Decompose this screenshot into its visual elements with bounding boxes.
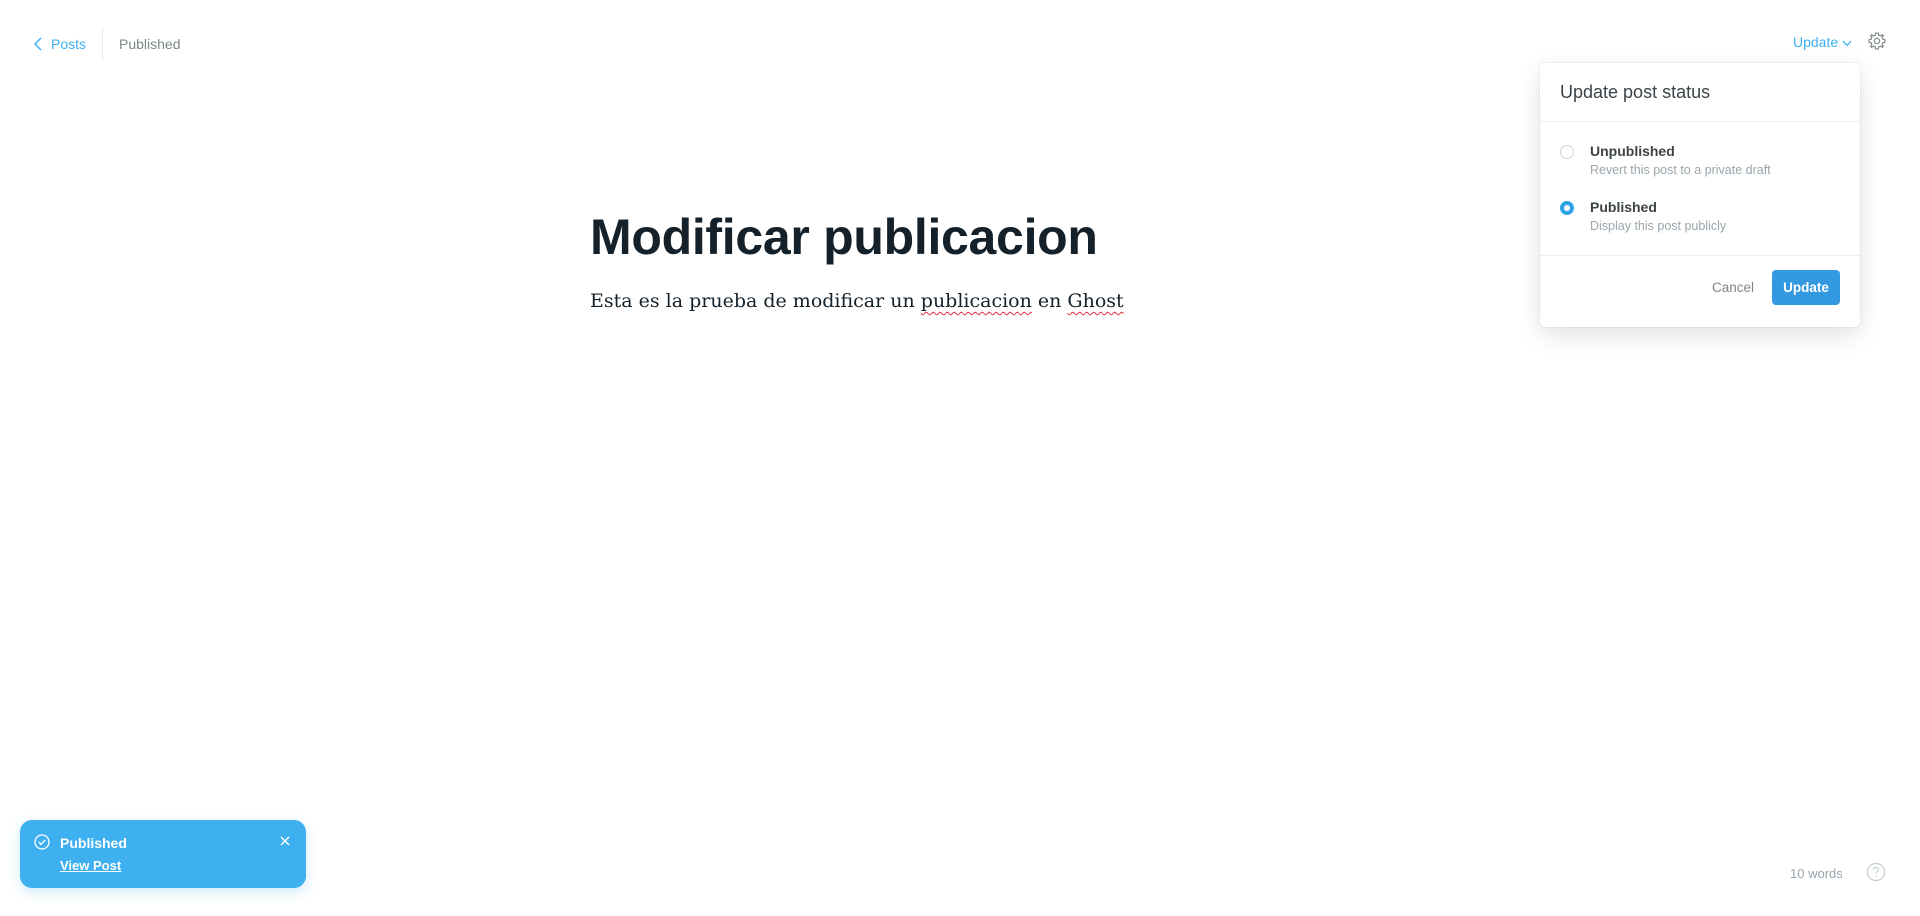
post-body[interactable]: Esta es la prueba de modificar un public… <box>590 290 1124 312</box>
option-label: Published <box>1590 199 1657 215</box>
notification-title: Published <box>60 835 127 851</box>
published-notification: Published View Post <box>20 820 306 888</box>
option-description: Revert this post to a private draft <box>1590 163 1771 177</box>
update-dropdown-trigger[interactable]: Update <box>1793 34 1852 50</box>
option-description: Display this post publicly <box>1590 219 1727 233</box>
option-published[interactable]: Published Display this post publicly <box>1560 199 1726 233</box>
body-text-2: en <box>1031 290 1068 312</box>
gear-icon[interactable] <box>1867 31 1887 51</box>
breadcrumb-divider <box>102 27 104 61</box>
breadcrumb: Posts Published <box>33 27 181 61</box>
word-count: 10 words <box>1790 866 1843 881</box>
popover-footer: Cancel Update <box>1540 255 1860 328</box>
view-post-link[interactable]: View Post <box>60 858 121 873</box>
misspelled-word: publicacion <box>920 290 1032 312</box>
back-to-posts-link[interactable]: Posts <box>33 36 86 52</box>
body-text-1: Esta es la prueba de modificar un <box>590 290 921 312</box>
check-circle-icon <box>34 834 50 850</box>
post-title[interactable]: Modificar publicacion <box>590 208 1098 266</box>
option-unpublished[interactable]: Unpublished Revert this post to a privat… <box>1560 143 1771 177</box>
update-button[interactable]: Update <box>1772 270 1840 305</box>
chevron-left-icon <box>33 37 42 51</box>
option-label: Unpublished <box>1590 143 1675 159</box>
misspelled-word: Ghost <box>1067 290 1124 312</box>
radio-unpublished[interactable] <box>1560 145 1574 159</box>
back-link-label: Posts <box>51 36 87 52</box>
close-icon[interactable] <box>278 834 292 848</box>
post-status-label: Published <box>119 36 181 52</box>
cancel-button[interactable]: Cancel <box>1712 280 1754 295</box>
help-icon[interactable] <box>1866 862 1886 882</box>
radio-published[interactable] <box>1560 201 1574 215</box>
update-status-popover: Update post status Unpublished Revert th… <box>1540 63 1860 327</box>
popover-title: Update post status <box>1540 63 1860 122</box>
update-trigger-label: Update <box>1793 34 1839 50</box>
chevron-down-icon <box>1842 40 1852 46</box>
